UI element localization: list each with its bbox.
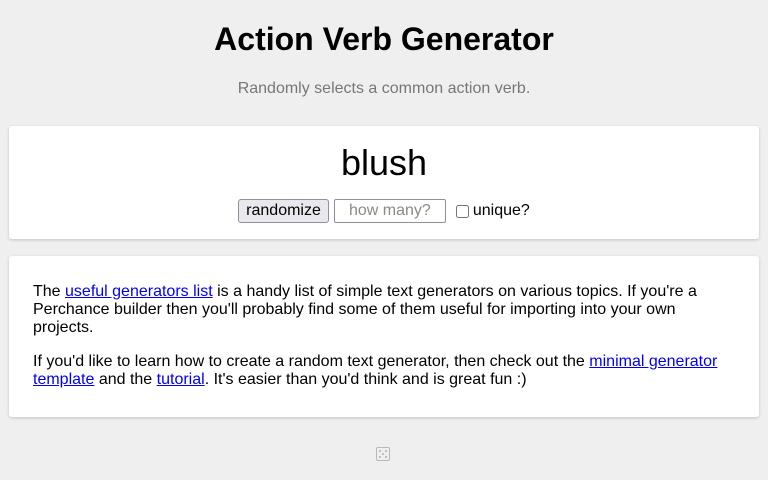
info-paragraph-2: If you'd like to learn how to create a r… [33,353,733,389]
info-paragraph-1: The useful generators list is a handy li… [33,283,733,337]
page-title: Action Verb Generator [214,21,554,57]
page-subtitle: Randomly selects a common action verb. [237,80,531,97]
generator-controls: randomize unique? [9,199,759,223]
generated-result: blush [340,142,428,183]
info-p2-mid: and the [94,371,157,388]
useful-generators-list-link[interactable]: useful generators list [65,283,213,300]
how-many-input[interactable] [333,199,446,223]
info-p2-before: If you'd like to learn how to create a r… [33,353,590,370]
info-p2-after: . It's easier than you'd think and is gr… [204,371,527,388]
page: Action Verb Generator Randomly selects a… [0,0,768,480]
info-card: The useful generators list is a handy li… [9,256,759,417]
tutorial-link[interactable]: tutorial [157,371,205,388]
generator-card: blush randomize unique? [9,126,759,239]
info-p1-before: The [33,283,66,300]
unique-label: unique? [472,202,530,219]
dice-icon[interactable] [376,447,390,461]
unique-checkbox[interactable] [455,204,469,218]
randomize-button[interactable]: randomize [238,199,329,223]
info-text: The useful generators list is a handy li… [33,283,733,389]
